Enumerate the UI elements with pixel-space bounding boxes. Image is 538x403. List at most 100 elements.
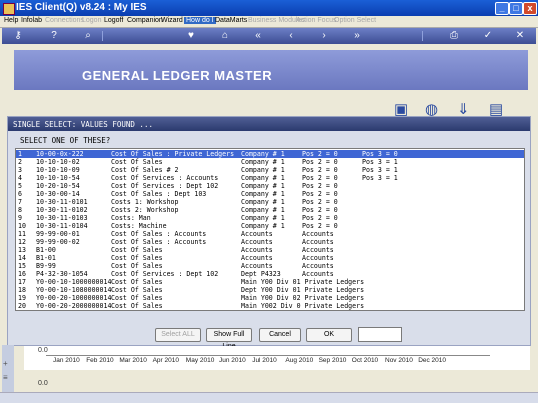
list-cell-c5: Pos 3 = 0 [362,150,398,158]
rewind-icon[interactable]: « [252,30,264,42]
list-item[interactable]: 7 10-30-11-0101 Costs 1: Workshop Company #… [16,198,524,206]
key-icon[interactable]: ⚷ [12,30,24,42]
list-cell-c3: Company # 1 [241,166,285,174]
list-cell-code: P4-32-30-1054 [36,270,88,278]
list-item[interactable]: 11 99-99-00-01 Cost Of Sales : Accounts Acc… [16,230,524,238]
list-cell-c4: Pos 2 = 0 [302,166,338,174]
check-icon[interactable]: ✓ [482,30,494,42]
x-tick-label: Nov 2010 [385,357,413,364]
list-item[interactable]: 9 10-30-11-0103 Costs: Man Company # 1 Pos 2… [16,214,524,222]
fast-forward-icon[interactable]: » [351,30,363,42]
list-cell-desc: Cost Of Sales [111,310,163,311]
list-item[interactable]: 19 Y0-00-20-1000000014 Cost Of Sales Main Y… [16,294,524,302]
list-cell-code: Y0-00-10-1080000014 [36,286,112,294]
list-cell-desc: Cost Of Sales [111,254,163,262]
dialog-prompt: SELECT ONE OF THESE? [20,136,111,145]
heart-icon[interactable]: ♥ [185,30,197,42]
select-all-button[interactable]: Select ALL [155,328,201,342]
list-item[interactable]: 8 10-30-11-0102 Costs 2: Workshop Company #… [16,206,524,214]
status-bar [0,392,538,403]
menu-help[interactable]: Help [4,17,18,24]
print-icon[interactable]: ⎙ [448,30,460,42]
list-item[interactable]: 16 P4-32-30-1054 Cost Of Services : Dept 1… [16,270,524,278]
list-item[interactable]: 13 B1-00 Cost Of Sales Accounts Accounts [16,246,524,254]
list-cell-code: 10-30-11-0103 [36,214,88,222]
minimize-button[interactable]: _ [495,2,509,15]
list-cell-code: B9-99 [36,262,56,270]
list-cell-c3: Dept P4323 [241,270,281,278]
menu-connections[interactable]: Connections [45,17,84,24]
collapse-icon[interactable]: ≡ [3,373,8,382]
list-cell-n: 13 [18,246,26,254]
list-cell-code: Y0-00-10-1000000014 [36,278,112,286]
list-item[interactable]: 18 Y0-00-10-1080000014 Cost Of Sales Dept Y… [16,286,524,294]
list-item[interactable]: 3 10-10-10-09 Cost Of Sales # 2 Company # 1… [16,166,524,174]
list-cell-code: Y0-00-20-1000000014 [36,294,112,302]
list-cell-n: 17 [18,278,26,286]
list-cell-code: 10-10-10-02 [36,158,80,166]
page-banner: GENERAL LEDGER MASTER [14,50,528,90]
close-button[interactable]: x [523,2,537,15]
menu-companion[interactable]: Companion [127,17,163,24]
list-cell-code: 99-99-00-01 [36,230,80,238]
cancel-button[interactable]: Cancel [259,328,301,342]
list-cell-desc: Cost Of Sales : Accounts [111,230,207,238]
list-cell-desc: Cost Of Sales [111,246,163,254]
menu-logoff[interactable]: Logoff [104,17,123,24]
menu-logon[interactable]: Logon [82,17,101,24]
list-cell-code: 10-30-11-0104 [36,222,88,230]
ok-button[interactable]: OK [306,328,352,342]
list-item[interactable]: 2 10-10-10-02 Cost Of Sales Company # 1 Pos … [16,158,524,166]
list-cell-c5: Pos 3 = 1 [362,158,398,166]
values-list[interactable]: 1 10-00-0x-222 Cost Of Sales : Private Led… [15,148,525,311]
list-cell-desc: Cost Of Services : Dept 102 [111,182,219,190]
list-cell-desc: Cost Of Sales [111,158,163,166]
menu-infolab[interactable]: Infolab [21,17,42,24]
list-item[interactable]: 12 99-99-00-02 Cost Of Sales : Accounts Acc… [16,238,524,246]
list-cell-c3: Accounts [241,262,273,270]
list-cell-n: 20 [18,302,26,310]
home-icon[interactable]: ⌂ [219,30,231,42]
list-cell-desc: Costs 2: Workshop [111,206,179,214]
list-cell-c3: Company # 1 [241,182,285,190]
list-cell-n: 12 [18,238,26,246]
dialog-titlebar: SINGLE SELECT: VALUES FOUND ... [8,117,530,131]
selection-input[interactable] [358,327,402,342]
close-icon[interactable]: ✕ [514,30,526,42]
list-cell-n: 8 [18,206,22,214]
list-item[interactable]: 4 10-10-10-54 Cost Of Services : Accounts C… [16,174,524,182]
menu-how-do-i[interactable]: How do I [184,17,216,24]
list-item[interactable]: 5 10-20-10-54 Cost Of Services : Dept 102 C… [16,182,524,190]
maximize-button[interactable]: □ [509,2,523,15]
list-item[interactable]: 20 Y0-00-20-2000000014 Cost Of Sales Main Y… [16,302,524,310]
list-item[interactable]: 21 Y0-10-10-1000000014Cost Of Sales Dept Y… [16,310,524,311]
page-title: GENERAL LEDGER MASTER [82,68,273,83]
list-item[interactable]: 1 10-00-0x-222 Cost Of Sales : Private Led… [16,150,524,158]
show-full-line-button[interactable]: Show Full Line [206,328,252,350]
list-cell-n: 5 [18,182,22,190]
menu-action-focus[interactable]: Action Focus [296,17,336,24]
list-cell-code: Y0-10-10-1000000014 [36,310,111,311]
list-cell-c3: Company # 1 [241,190,285,198]
list-cell-c3: Main Y00 Div 01 Private Ledgers [241,278,365,286]
list-cell-desc: Cost Of Sales # 2 [111,166,179,174]
list-item[interactable]: 15 B9-99 Cost Of Sales Accounts Accounts [16,262,524,270]
menu-datamarts[interactable]: DataMarts [215,17,247,24]
menu-wizard[interactable]: Wizard [161,17,183,24]
menu-option-select[interactable]: Option Select [334,17,376,24]
list-item[interactable]: 17 Y0-00-10-1000000014 Cost Of Sales Main Y… [16,278,524,286]
list-item[interactable]: 14 B1-01 Cost Of Sales Accounts Accounts [16,254,524,262]
list-cell-c4: Accounts [302,238,334,246]
x-tick-label: Jan 2010 [53,357,80,364]
help-icon[interactable]: ? [48,30,60,42]
x-axis [46,355,490,356]
list-cell-n: 2 [18,158,22,166]
search-icon[interactable]: ⌕ [82,30,94,42]
list-item[interactable]: 10 10-30-11-0104 Costs: Machine Company # 1… [16,222,524,230]
forward-icon[interactable]: › [318,30,330,42]
back-icon[interactable]: ‹ [285,30,297,42]
expand-icon[interactable]: + [3,359,8,368]
x-tick-label: Aug 2010 [285,357,314,364]
list-item[interactable]: 6 10-30-00-14 Cost Of Sales : Dept 103 Comp… [16,190,524,198]
list-cell-desc: Cost Of Sales [111,302,163,310]
